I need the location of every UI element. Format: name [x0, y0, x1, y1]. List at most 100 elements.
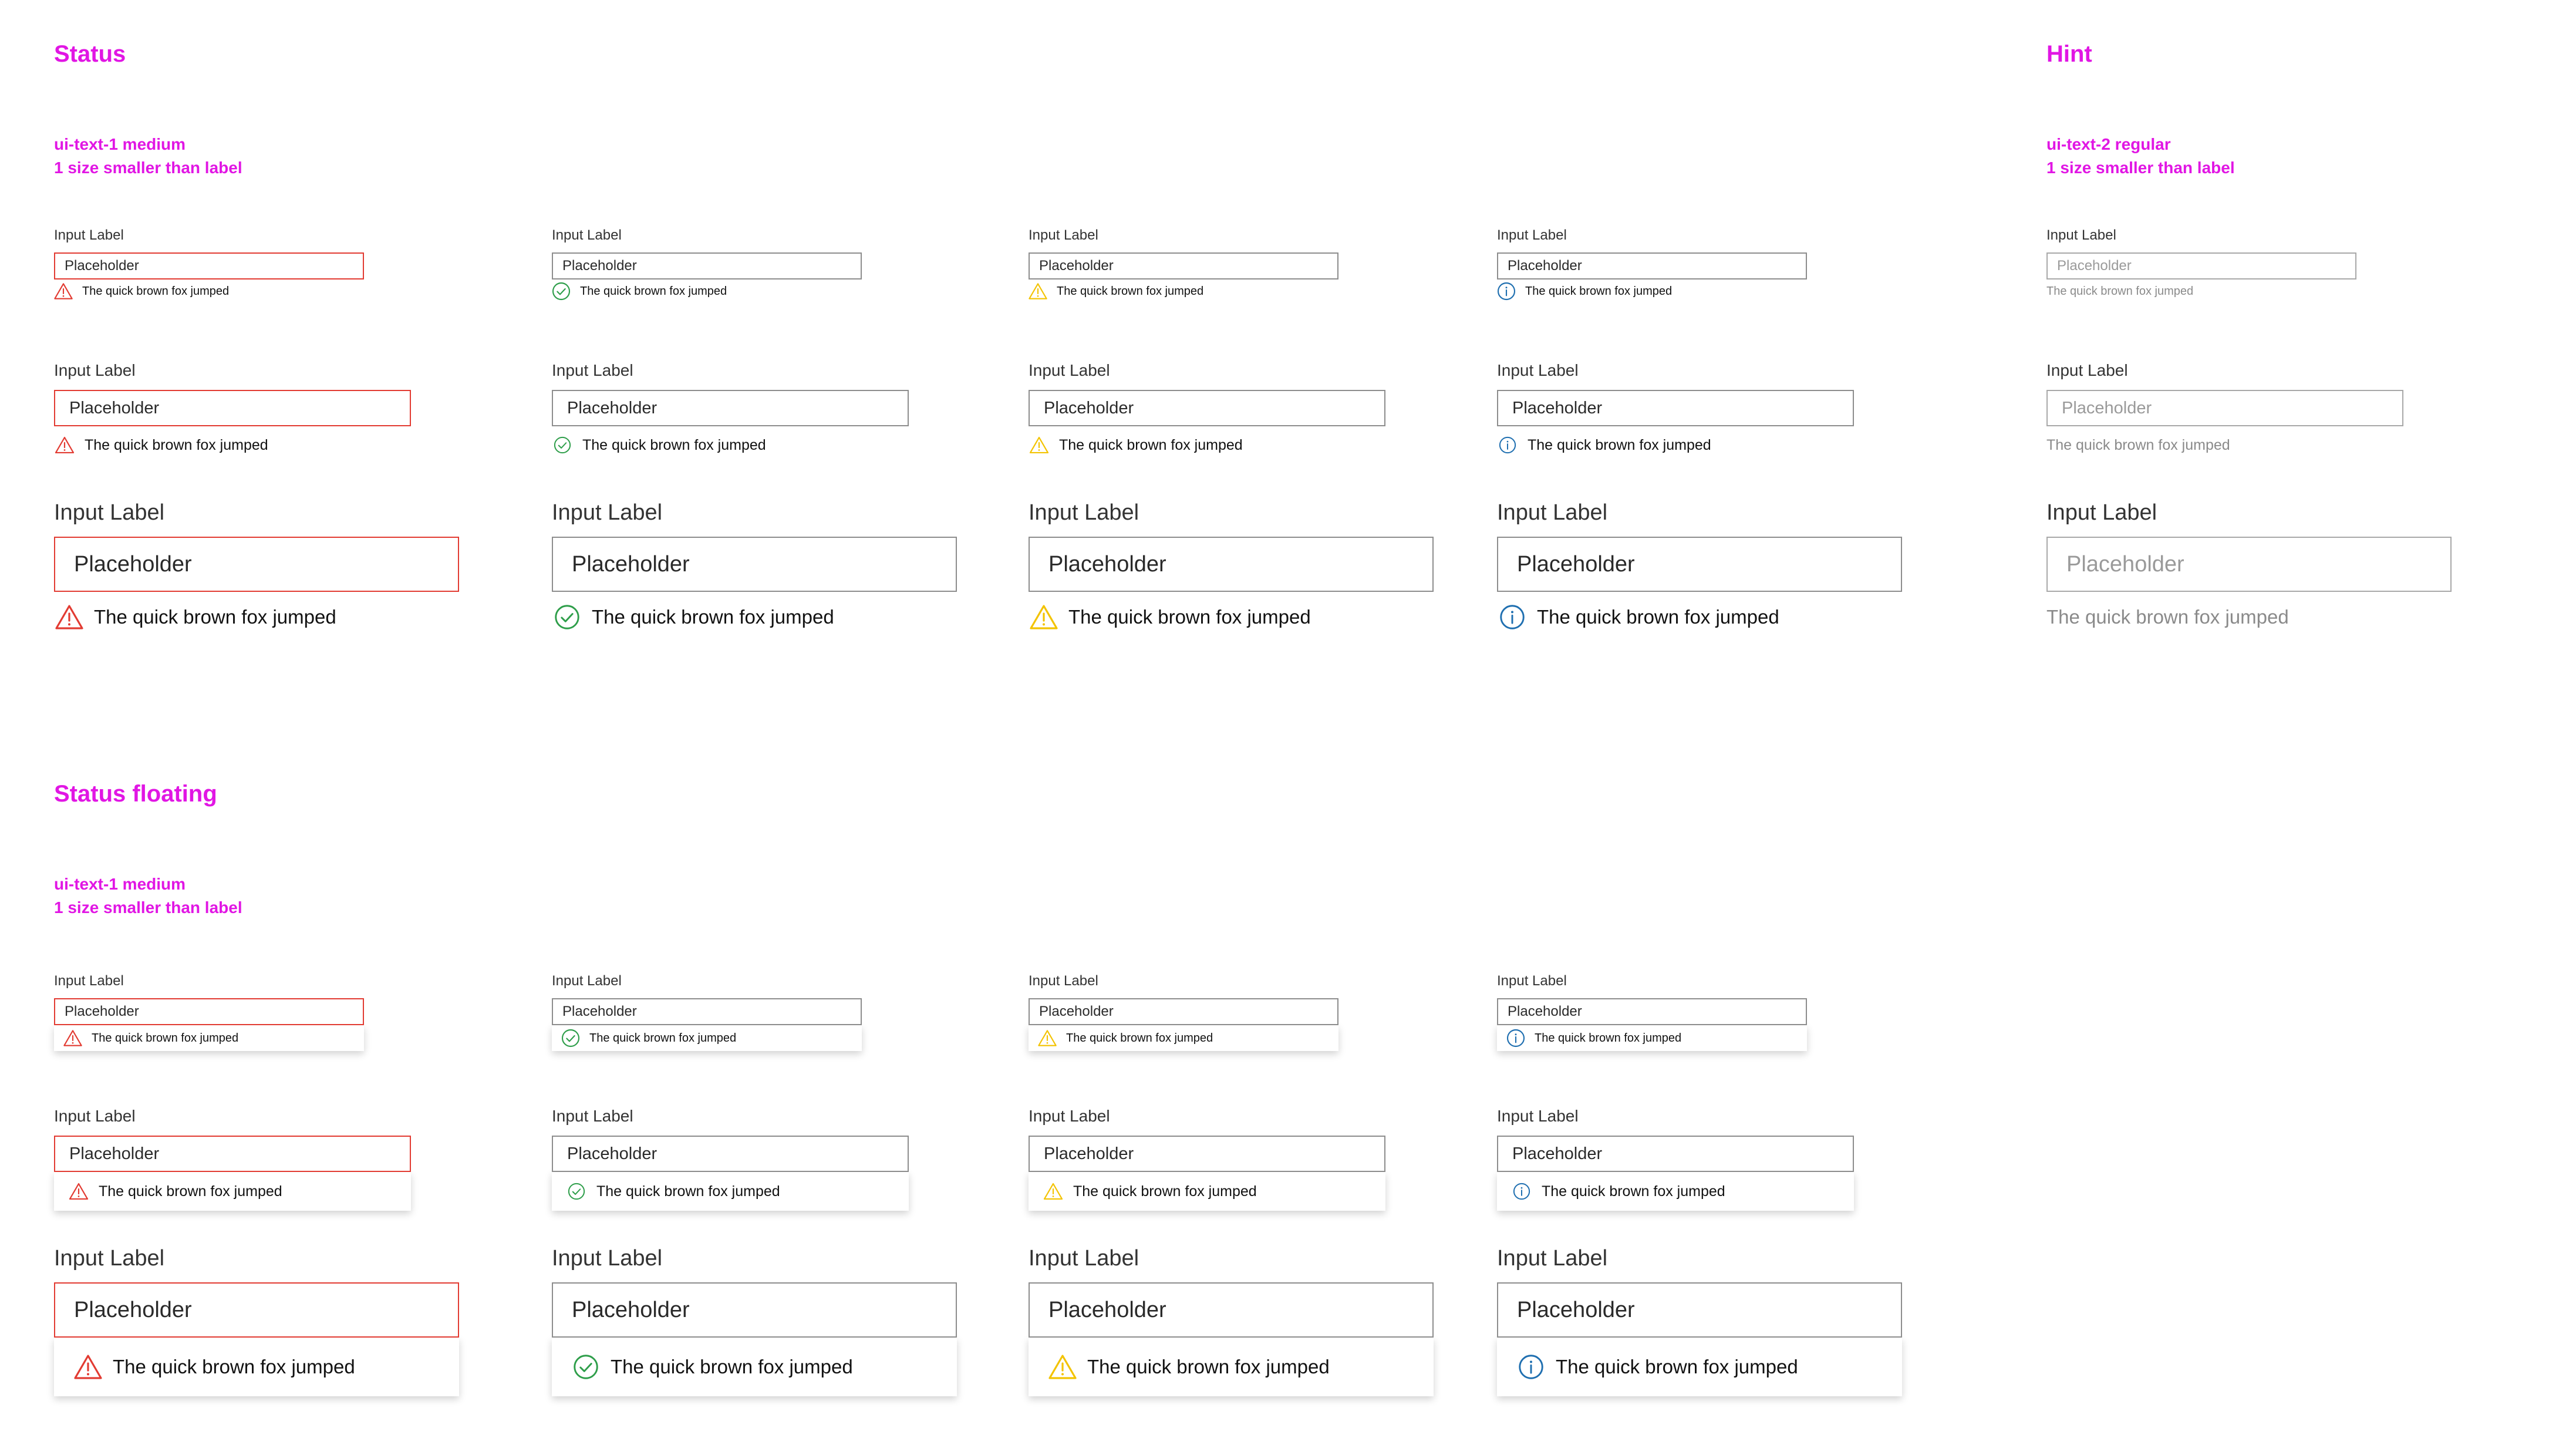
message-text: The quick brown fox jumped — [1528, 436, 1711, 453]
info-input-field-sm-floating: Input Label Placeholder The quick brown fo… — [1497, 972, 1807, 1051]
text-input[interactable]: Placeholder — [2046, 390, 2403, 426]
message-text: The quick brown fox jumped — [82, 284, 230, 298]
text-input[interactable]: Placeholder — [1497, 390, 1854, 426]
check-circle-icon — [552, 604, 582, 630]
success-status-message: The quick brown fox jumped — [552, 1025, 862, 1051]
spec-note-line: 1 size smaller than label — [54, 159, 242, 177]
input-placeholder: Placeholder — [562, 258, 637, 274]
info-circle-icon — [1497, 282, 1516, 301]
input-placeholder: Placeholder — [1517, 551, 1635, 577]
check-circle-icon — [552, 436, 573, 454]
text-input[interactable]: Placeholder — [54, 1136, 411, 1172]
text-input[interactable]: Placeholder — [54, 998, 364, 1025]
text-input[interactable]: Placeholder — [552, 1282, 957, 1338]
error-status-message: The quick brown fox jumped — [54, 1338, 459, 1396]
message-text: The quick brown fox jumped — [589, 1031, 737, 1045]
success-input-field-sm-floating: Input Label Placeholder The quick brown fo… — [552, 972, 862, 1051]
warning-status-message: The quick brown fox jumped — [1029, 426, 1385, 464]
error-status-message: The quick brown fox jumped — [54, 1172, 411, 1211]
info-circle-icon — [1497, 436, 1518, 454]
text-input[interactable]: Placeholder — [54, 390, 411, 426]
warning-triangle-icon — [1043, 1183, 1064, 1200]
message-text: The quick brown fox jumped — [2046, 436, 2230, 453]
input-label: Input Label — [552, 361, 633, 379]
input-placeholder: Placeholder — [572, 1297, 690, 1322]
success-status-message: The quick brown fox jumped — [552, 592, 957, 642]
info-input-field-sm: Input Label Placeholder The quick brown fo… — [1497, 227, 1807, 303]
text-input[interactable]: Placeholder — [1029, 998, 1338, 1025]
warning-triangle-icon — [68, 1183, 89, 1200]
text-input[interactable]: Placeholder — [2046, 537, 2452, 592]
text-input[interactable]: Placeholder — [54, 537, 459, 592]
spec-note-line: 1 size smaller than label — [54, 898, 242, 917]
text-input[interactable]: Placeholder — [552, 537, 957, 592]
text-input[interactable]: Placeholder — [1497, 1136, 1854, 1172]
message-text: The quick brown fox jumped — [2046, 606, 2289, 628]
text-input[interactable]: Placeholder — [1497, 998, 1807, 1025]
text-input[interactable]: Placeholder — [54, 252, 364, 279]
message-text: The quick brown fox jumped — [113, 1356, 355, 1377]
input-label: Input Label — [552, 500, 663, 525]
message-text: The quick brown fox jumped — [1525, 284, 1673, 298]
warning-triangle-icon — [54, 436, 75, 454]
warning-triangle-icon — [1029, 604, 1059, 630]
input-placeholder: Placeholder — [74, 1297, 192, 1322]
text-input[interactable]: Placeholder — [2046, 252, 2356, 279]
input-placeholder: Placeholder — [1044, 1144, 1134, 1163]
text-input[interactable]: Placeholder — [1029, 390, 1385, 426]
input-label: Input Label — [54, 500, 165, 525]
warning-triangle-icon — [1029, 436, 1050, 454]
text-input[interactable]: Placeholder — [1029, 1136, 1385, 1172]
text-input[interactable]: Placeholder — [1497, 1282, 1902, 1338]
text-input[interactable]: Placeholder — [1029, 252, 1338, 279]
success-status-message: The quick brown fox jumped — [552, 426, 909, 464]
hint-input-field-md: Input Label Placeholder The quick brown fo… — [2046, 361, 2403, 464]
text-input[interactable]: Placeholder — [1029, 1282, 1434, 1338]
input-label: Input Label — [1497, 1107, 1579, 1125]
text-input[interactable]: Placeholder — [1497, 537, 1902, 592]
check-circle-icon — [566, 1183, 587, 1200]
message-text: The quick brown fox jumped — [94, 606, 336, 628]
input-label: Input Label — [2046, 361, 2128, 379]
error-status-message: The quick brown fox jumped — [54, 426, 411, 464]
hint-spec-note: ui-text-2 regular 1 size smaller than la… — [2046, 133, 2235, 180]
input-placeholder: Placeholder — [65, 258, 139, 274]
input-placeholder: Placeholder — [69, 398, 160, 417]
section-title-status-floating: Status floating — [54, 781, 217, 807]
info-circle-icon — [1506, 1029, 1525, 1048]
check-circle-icon — [552, 282, 571, 301]
warning-triangle-icon — [54, 604, 85, 630]
spec-note-line: ui-text-1 medium — [54, 875, 186, 893]
warning-triangle-icon — [1038, 1029, 1057, 1048]
input-label: Input Label — [54, 1107, 136, 1125]
input-label: Input Label — [1497, 227, 1567, 243]
info-input-field-lg: Input Label Placeholder The quick brown fo… — [1497, 499, 1902, 642]
spec-note-line: ui-text-1 medium — [54, 135, 186, 153]
input-label: Input Label — [1497, 500, 1608, 525]
input-placeholder: Placeholder — [1508, 258, 1582, 274]
text-input[interactable]: Placeholder — [552, 998, 862, 1025]
error-input-field-md-floating: Input Label Placeholder The quick brown fo… — [54, 1106, 411, 1211]
warning-input-field-md: Input Label Placeholder The quick brown fo… — [1029, 361, 1385, 464]
status-floating-spec-note: ui-text-1 medium 1 size smaller than lab… — [54, 873, 242, 920]
message-text: The quick brown fox jumped — [92, 1031, 239, 1045]
text-input[interactable]: Placeholder — [552, 390, 909, 426]
text-input[interactable]: Placeholder — [54, 1282, 459, 1338]
success-input-field-lg-floating: Input Label Placeholder The quick brown fo… — [552, 1245, 957, 1396]
section-title-hint: Hint — [2046, 41, 2092, 67]
input-placeholder: Placeholder — [1039, 1003, 1114, 1019]
text-input[interactable]: Placeholder — [1029, 537, 1434, 592]
hint-message: The quick brown fox jumped — [2046, 279, 2356, 303]
text-input[interactable]: Placeholder — [1497, 252, 1807, 279]
text-input[interactable]: Placeholder — [552, 252, 862, 279]
input-label: Input Label — [1497, 1246, 1608, 1271]
text-input[interactable]: Placeholder — [552, 1136, 909, 1172]
message-text: The quick brown fox jumped — [1535, 1031, 1682, 1045]
check-circle-icon — [561, 1029, 580, 1048]
info-status-message: The quick brown fox jumped — [1497, 1025, 1807, 1051]
hint-input-field-sm: Input Label Placeholder The quick brown fo… — [2046, 227, 2356, 303]
warning-status-message: The quick brown fox jumped — [1029, 1172, 1385, 1211]
message-text: The quick brown fox jumped — [85, 436, 268, 453]
message-text: The quick brown fox jumped — [99, 1183, 282, 1200]
input-placeholder: Placeholder — [2057, 258, 2132, 274]
